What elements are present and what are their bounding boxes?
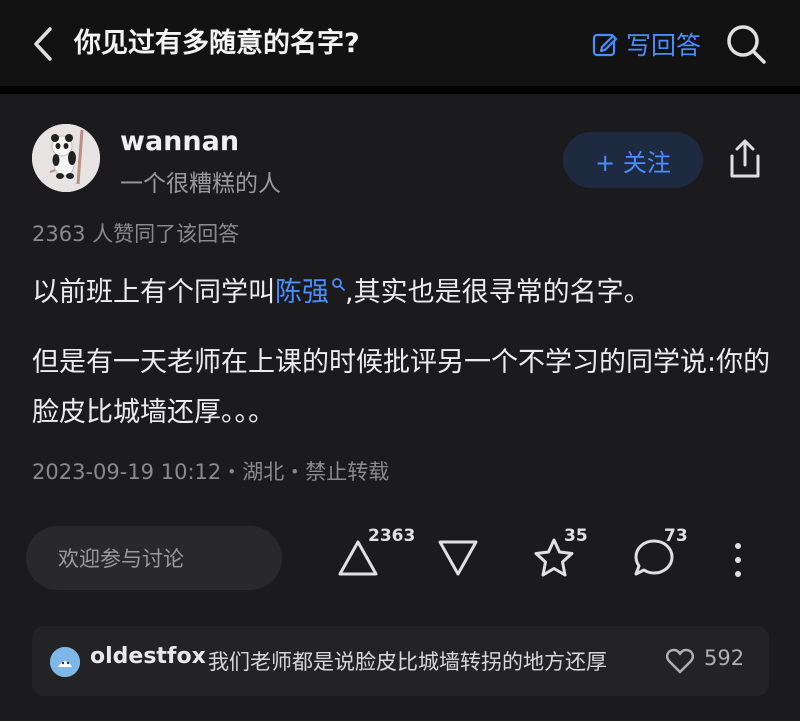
author-name[interactable]: wannan [120, 126, 239, 157]
panda-avatar-icon [32, 124, 100, 192]
top-bar: 你见过有多随意的名字? 写回答 [0, 0, 800, 86]
favorite-button[interactable]: 35 [532, 526, 602, 590]
comment-button[interactable]: 73 [632, 526, 702, 590]
comment-text: 我们老师都是说脸皮比城墙转拐的地方还厚 [208, 650, 607, 674]
author-bio: 一个很糟糕的人 [120, 171, 281, 197]
comment-count: 73 [664, 526, 688, 546]
search-icon[interactable] [724, 22, 768, 66]
upvote-count: 2363 [368, 526, 416, 546]
comment-like-count: 592 [704, 646, 745, 670]
write-answer-label: 写回答 [626, 31, 702, 60]
question-title[interactable]: 你见过有多随意的名字? [74, 24, 360, 64]
answer-meta: 2023-09-19 10:12・湖北・禁止转载 [32, 460, 390, 484]
answer-paragraph-1: 以前班上有个同学叫陈强 ,其实也是很寻常的名字。 [32, 268, 772, 318]
back-arrow-icon[interactable] [28, 24, 58, 64]
comment-avatar [50, 647, 80, 677]
answer-text: 以前班上有个同学叫 [32, 277, 275, 308]
comment-input[interactable]: 欢迎参与讨论 [26, 526, 282, 590]
upvote-button[interactable]: 2363 [336, 526, 426, 590]
downvote-button[interactable] [436, 530, 486, 590]
downvote-triangle-icon [438, 540, 478, 576]
answer-text: ,其实也是很寻常的名字。 [345, 277, 651, 308]
link-search-icon [332, 278, 345, 291]
fox-avatar-icon [50, 647, 80, 677]
favorite-count: 35 [564, 526, 588, 546]
more-options-icon[interactable] [728, 540, 748, 580]
edit-icon [592, 33, 618, 57]
top-comment[interactable]: oldestfox 我们老师都是说脸皮比城墙转拐的地方还厚 592 [32, 626, 769, 696]
share-icon[interactable] [724, 138, 766, 182]
upvote-summary: 2363 人赞同了该回答 [32, 222, 240, 246]
answer-paragraph-2: 但是有一天老师在上课的时候批评另一个不学习的同学说:你的脸皮比城墙还厚。。。 [32, 347, 771, 428]
avatar[interactable] [32, 124, 100, 192]
search-link[interactable]: 陈强 [275, 277, 345, 308]
heart-icon[interactable] [666, 648, 694, 674]
comment-username: oldestfox [90, 644, 206, 669]
follow-button[interactable]: + 关注 [563, 132, 703, 188]
write-answer-button[interactable]: 写回答 [592, 24, 701, 64]
header-divider [0, 86, 800, 94]
search-link-text: 陈强 [275, 277, 329, 308]
answer-card: wannan 一个很糟糕的人 + 关注 2363 人赞同了该回答 以前班上有个同… [0, 94, 800, 721]
